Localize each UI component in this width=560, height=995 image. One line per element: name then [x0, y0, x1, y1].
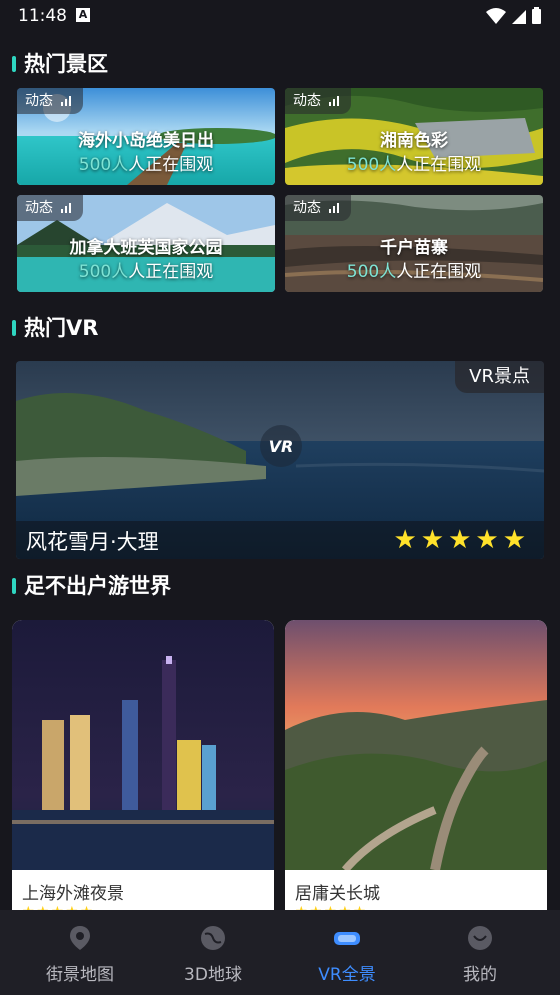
rating-stars: ★★★★★ — [393, 525, 530, 555]
dynamic-tag: 动态 — [285, 88, 352, 114]
nav-label: 3D地球 — [184, 965, 242, 985]
battery-icon — [532, 9, 541, 24]
viewer-suffix: 人正在围观 — [128, 262, 214, 282]
section-title: 热门景区 — [24, 52, 108, 76]
map-pin-icon — [70, 926, 90, 950]
spot-name: 千户苗寨 — [380, 238, 448, 258]
bottom-nav: 街景地图 3D地球 VR全景 我的 — [0, 910, 560, 995]
world-card-great-wall[interactable]: 居庸关长城 ★★★★★ — [285, 620, 547, 910]
section-title: 足不出户游世界 — [24, 574, 171, 598]
spot-card-miao[interactable]: 动态 千户苗寨 500人人正在围观 — [285, 195, 543, 292]
world-card-shanghai[interactable]: 上海外滩夜景 ★★★★★ — [12, 620, 274, 910]
vr-title: 风花雪月·大理 — [26, 530, 159, 554]
vr-icon: VR — [269, 437, 294, 456]
wifi-icon — [486, 7, 541, 24]
spot-name: 加拿大班芙国家公园 — [69, 238, 223, 258]
viewer-count: 500人 — [78, 262, 129, 282]
viewer-count: 500人 — [346, 155, 397, 175]
vr-spot-tag: VR景点 — [455, 361, 544, 393]
spot-card-hunan[interactable]: 动态 湘南色彩 500人人正在围观 — [285, 88, 543, 185]
vr-play-icon[interactable]: VR — [260, 425, 302, 467]
nav-item-vr-panorama[interactable]: VR全景 — [277, 910, 417, 995]
nav-label: 我的 — [463, 965, 497, 985]
vr-info-bar: 风花雪月·大理 ★★★★★ — [16, 521, 544, 559]
spot-name: 湘南色彩 — [380, 131, 448, 151]
viewer-count: 500人 — [78, 155, 129, 175]
dynamic-tag: 动态 — [285, 195, 352, 221]
vr-headset-icon — [334, 932, 360, 945]
section-accent-bar — [12, 320, 16, 336]
viewer-suffix: 人正在围观 — [396, 155, 482, 175]
viewer-count: 500人 — [346, 262, 397, 282]
notification-icon: A — [76, 8, 90, 22]
spot-viewers: 500人人正在围观 — [285, 257, 543, 282]
nav-label: VR全景 — [318, 965, 376, 985]
section-accent-bar — [12, 578, 16, 594]
status-icons — [484, 6, 546, 30]
vr-icon-label: VR — [269, 437, 294, 456]
dynamic-tag: 动态 — [17, 195, 84, 221]
nav-item-street-map[interactable]: 街景地图 — [10, 910, 150, 995]
bars-icon — [61, 203, 72, 213]
world-card-image — [285, 620, 547, 870]
signal-icon — [512, 10, 526, 24]
nav-item-profile[interactable]: 我的 — [410, 910, 550, 995]
section-accent-bar — [12, 56, 16, 72]
tag-label: 动态 — [293, 200, 321, 216]
bars-icon — [329, 96, 340, 106]
tag-label: 动态 — [25, 200, 53, 216]
viewer-suffix: 人正在围观 — [396, 262, 482, 282]
profile-icon — [468, 926, 492, 950]
spot-card-banff[interactable]: 动态 加拿大班芙国家公园 500人人正在围观 — [17, 195, 275, 292]
spot-viewers: 500人人正在围观 — [17, 257, 275, 282]
bars-icon — [61, 96, 72, 106]
section-title: 热门VR — [24, 316, 99, 340]
world-card-name: 上海外滩夜景 — [22, 884, 124, 904]
tag-label: 动态 — [25, 93, 53, 109]
nav-label: 街景地图 — [46, 965, 114, 985]
world-card-name: 居庸关长城 — [295, 884, 380, 904]
bars-icon — [329, 203, 340, 213]
world-card-image — [12, 620, 274, 870]
nav-item-3d-globe[interactable]: 3D地球 — [143, 910, 283, 995]
dynamic-tag: 动态 — [17, 88, 84, 114]
status-bar: 11:48 A — [0, 0, 560, 32]
globe-icon — [201, 926, 225, 950]
spot-name: 海外小岛绝美日出 — [78, 131, 214, 151]
status-time: 11:48 — [18, 6, 67, 26]
vr-banner-dali[interactable]: VR景点 VR 风花雪月·大理 ★★★★★ — [16, 361, 544, 559]
spot-viewers: 500人人正在围观 — [17, 150, 275, 175]
tag-label: 动态 — [293, 93, 321, 109]
spot-card-island[interactable]: 动态 海外小岛绝美日出 500人人正在围观 — [17, 88, 275, 185]
viewer-suffix: 人正在围观 — [128, 155, 214, 175]
spot-viewers: 500人人正在围观 — [285, 150, 543, 175]
